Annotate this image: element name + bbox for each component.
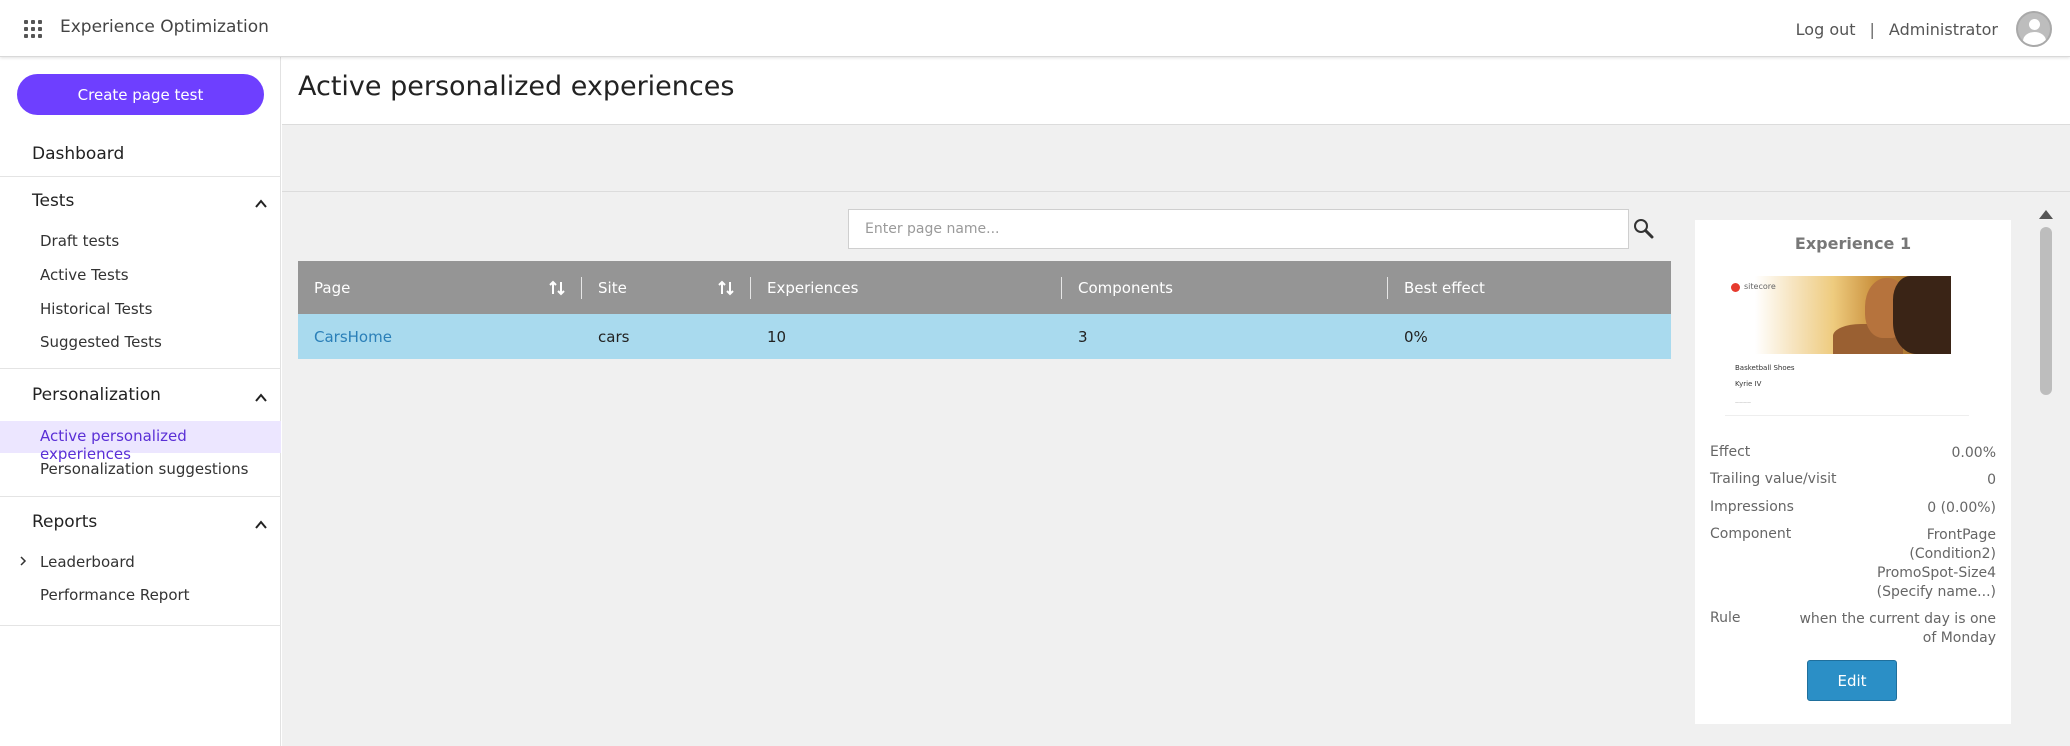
chevron-up-icon[interactable] bbox=[254, 391, 268, 405]
thumbnail-subheading: Kyrie IV bbox=[1735, 380, 1762, 388]
chevron-up-icon[interactable] bbox=[254, 197, 268, 211]
sitecore-logo-icon bbox=[1731, 283, 1740, 292]
experience-card: Experience 1 sitecore Basketball Shoes K… bbox=[1695, 220, 2011, 724]
thumbnail-footer: ———— bbox=[1735, 400, 1751, 405]
sidebar-section-tests[interactable]: Tests bbox=[32, 191, 74, 211]
sidebar-item-performance-report[interactable]: Performance Report bbox=[40, 586, 190, 604]
table-row[interactable]: CarsHome cars 10 3 0% bbox=[298, 314, 1671, 359]
app-title: Experience Optimization bbox=[60, 17, 269, 37]
scroll-thumb[interactable] bbox=[2040, 227, 2052, 395]
cell-experiences: 10 bbox=[767, 327, 787, 346]
avatar-icon[interactable] bbox=[2016, 11, 2052, 47]
top-bar: Experience Optimization Log out | Admini… bbox=[0, 0, 2070, 57]
experience-thumbnail: sitecore Basketball Shoes Kyrie IV ———— bbox=[1725, 276, 1969, 416]
sidebar-item-active-personalized-experiences[interactable]: Active personalized experiences bbox=[40, 427, 280, 463]
sidebar-item-active-tests[interactable]: Active Tests bbox=[40, 266, 129, 284]
prop-trailing-value: Trailing value/visit 0 bbox=[1710, 471, 1996, 488]
column-header-page[interactable]: Page bbox=[298, 261, 582, 314]
sidebar-divider bbox=[0, 496, 281, 497]
create-page-test-button[interactable]: Create page test bbox=[17, 74, 264, 115]
page-title: Active personalized experiences bbox=[298, 71, 735, 102]
cell-best-effect: 0% bbox=[1404, 327, 1428, 346]
sort-icon[interactable] bbox=[717, 279, 735, 297]
prop-effect: Effect 0.00% bbox=[1710, 444, 1996, 461]
logout-link[interactable]: Log out bbox=[1796, 20, 1856, 39]
experiences-grid: Page Site Experiences Components Best ef… bbox=[298, 261, 1671, 359]
sidebar-divider bbox=[0, 368, 281, 369]
prop-component: Component FrontPage (Condition2) PromoSp… bbox=[1710, 526, 1996, 600]
sidebar-item-historical-tests[interactable]: Historical Tests bbox=[40, 300, 152, 318]
prop-impressions: Impressions 0 (0.00%) bbox=[1710, 499, 1996, 516]
search-icon[interactable] bbox=[1632, 217, 1656, 241]
experience-title: Experience 1 bbox=[1794, 234, 1912, 253]
sort-icon[interactable] bbox=[548, 279, 566, 297]
column-header-components[interactable]: Components bbox=[1062, 261, 1388, 314]
account-area: Log out | Administrator bbox=[1796, 10, 2052, 48]
sidebar-item-leaderboard[interactable]: Leaderboard bbox=[40, 553, 135, 571]
cell-components: 3 bbox=[1078, 327, 1088, 346]
sidebar-item-suggested-tests[interactable]: Suggested Tests bbox=[40, 333, 162, 351]
toolbar-divider bbox=[282, 191, 2070, 192]
sidebar-item-draft-tests[interactable]: Draft tests bbox=[40, 232, 119, 250]
thumbnail-heading: Basketball Shoes bbox=[1735, 364, 1795, 372]
grid-header: Page Site Experiences Components Best ef… bbox=[298, 261, 1671, 314]
promo-photo bbox=[1755, 276, 1951, 354]
header-separator: | bbox=[1869, 19, 1875, 39]
chevron-right-icon[interactable] bbox=[18, 556, 28, 566]
column-header-site[interactable]: Site bbox=[582, 261, 751, 314]
sidebar: Create page test Dashboard Tests Draft t… bbox=[0, 57, 281, 746]
chevron-up-icon[interactable] bbox=[254, 518, 268, 532]
sidebar-divider bbox=[0, 625, 281, 626]
thumbnail-logo-text: sitecore bbox=[1744, 282, 1776, 291]
sidebar-item-personalization-suggestions[interactable]: Personalization suggestions bbox=[40, 460, 248, 478]
cell-site: cars bbox=[598, 327, 630, 346]
column-header-experiences[interactable]: Experiences bbox=[751, 261, 1062, 314]
column-header-best-effect[interactable]: Best effect bbox=[1388, 261, 1671, 314]
scrollbar[interactable] bbox=[2032, 210, 2058, 746]
prop-rule: Rule when the current day is one of Mond… bbox=[1710, 610, 1996, 646]
main-content: Active personalized experiences Page Sit… bbox=[282, 57, 2070, 746]
page-search-input[interactable] bbox=[848, 209, 1629, 249]
sidebar-section-reports[interactable]: Reports bbox=[32, 512, 97, 532]
sidebar-section-personalization[interactable]: Personalization bbox=[32, 385, 161, 405]
scroll-up-icon[interactable] bbox=[2039, 210, 2053, 219]
edit-experience-button[interactable]: Edit bbox=[1807, 660, 1897, 701]
cell-page-link[interactable]: CarsHome bbox=[298, 314, 582, 359]
user-name[interactable]: Administrator bbox=[1889, 20, 1998, 39]
app-launcher-icon[interactable] bbox=[24, 20, 42, 38]
sidebar-divider bbox=[0, 176, 281, 177]
sidebar-item-dashboard[interactable]: Dashboard bbox=[32, 144, 124, 164]
page-header: Active personalized experiences bbox=[282, 57, 2070, 125]
